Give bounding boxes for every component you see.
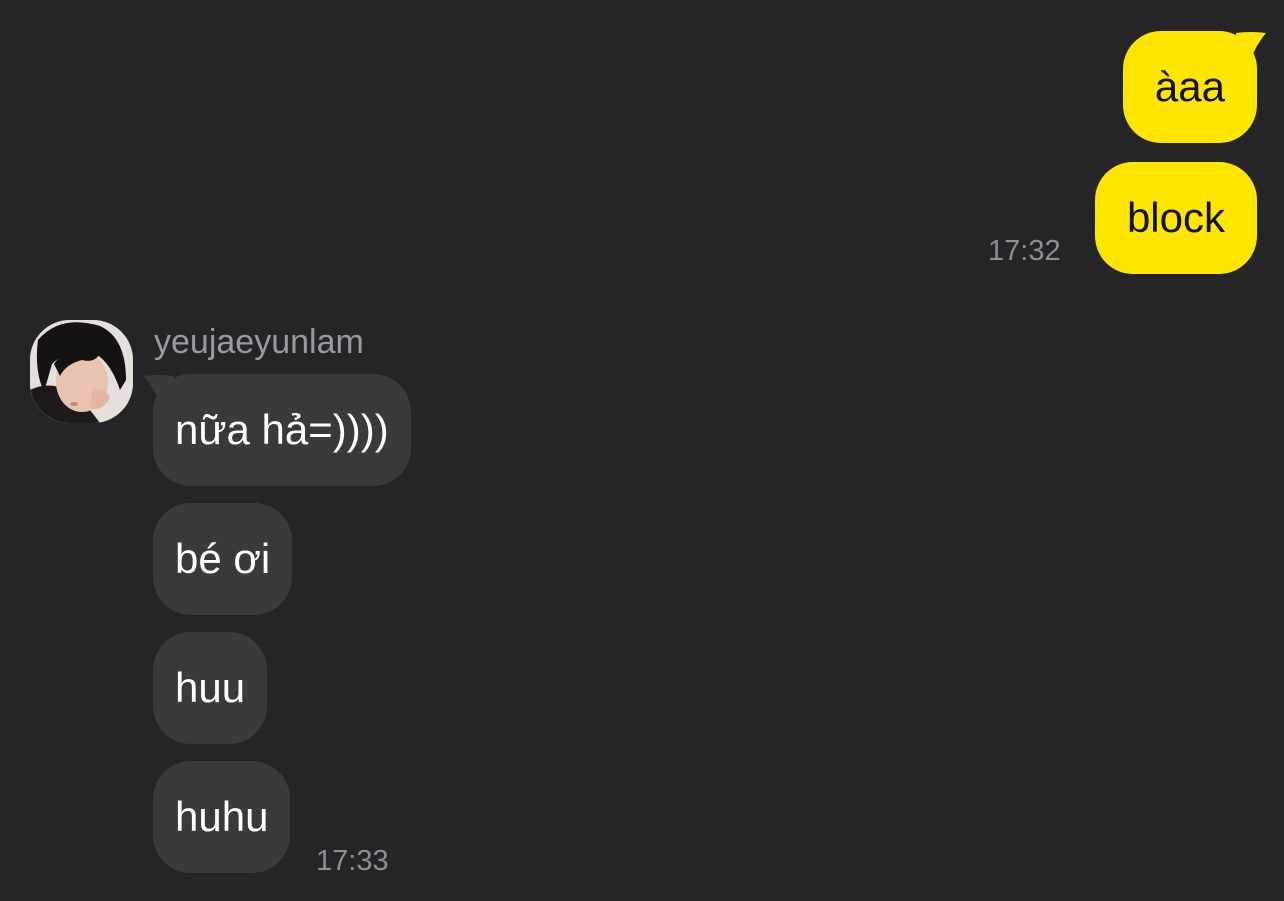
incoming-message-bubble[interactable]: huhu [153,761,291,873]
incoming-message-bubble[interactable]: nữa hả=)))) [153,374,411,486]
outgoing-message-bubble[interactable]: block [1094,162,1257,274]
outgoing-message-bubble[interactable]: àaa [1122,31,1257,143]
message-timestamp: 17:32 [988,235,1061,267]
outgoing-message-text: block [1126,194,1225,241]
incoming-message-text: huu [175,664,246,711]
incoming-message-text: huhu [175,793,269,840]
incoming-message-bubble[interactable]: bé ơi [153,503,293,615]
avatar[interactable] [30,320,133,423]
incoming-message-text: bé ơi [175,535,271,582]
incoming-message-text: nữa hả=)))) [175,406,389,453]
incoming-message-bubble[interactable]: huu [153,632,268,744]
outgoing-message-text: àaa [1154,63,1225,110]
sender-name: yeujaeyunlam [154,323,364,361]
chat-thread[interactable]: àaa block 17:32 yeujaeyunlam nữa hả=))))… [0,0,1284,901]
profile-photo-icon [30,320,133,423]
message-timestamp: 17:33 [316,845,389,877]
